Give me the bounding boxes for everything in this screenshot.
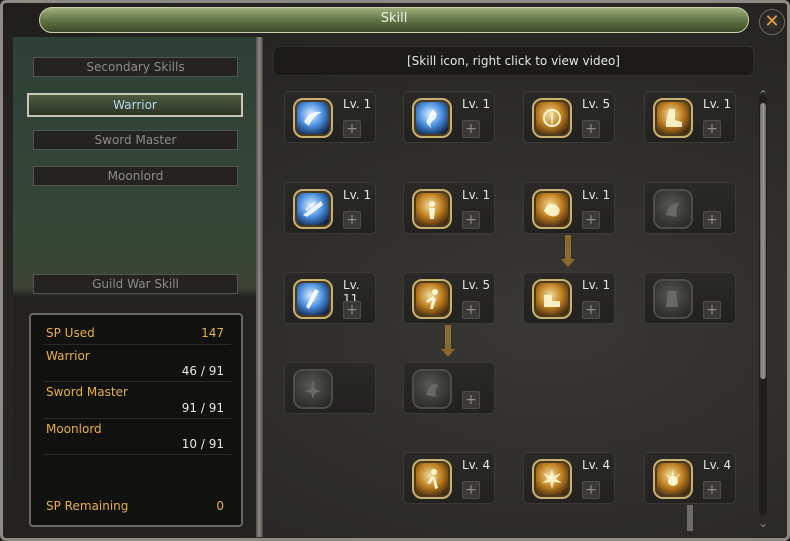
golden-kick-icon[interactable] — [532, 279, 572, 319]
prerequisite-arrow — [445, 325, 451, 349]
blue-blade-icon[interactable] — [293, 279, 333, 319]
skill-level: Lv. 4 — [582, 458, 611, 472]
tree-header: [Skill icon, right click to view video] — [273, 46, 754, 76]
golden-burst-icon[interactable] — [532, 98, 572, 138]
skill-slot[interactable]: + — [644, 182, 736, 234]
level-up-button[interactable]: + — [343, 211, 361, 229]
title-bar[interactable]: Skill — [39, 7, 749, 33]
level-up-button[interactable]: + — [462, 120, 480, 138]
skill-slot[interactable]: Lv. 5 + — [523, 91, 615, 143]
level-up-button[interactable]: + — [343, 301, 361, 319]
golden-explosion-icon[interactable] — [532, 459, 572, 499]
locked-skill-icon[interactable] — [653, 189, 693, 229]
tab-secondary-skills[interactable]: Secondary Skills — [33, 57, 238, 77]
divider — [43, 344, 231, 345]
skill-slot[interactable]: Lv. 1 + — [523, 182, 615, 234]
sp-summary-panel: SP Used 147 Warrior 46 / 91 Sword Master… — [29, 313, 243, 527]
skill-level: Lv. 1 — [343, 188, 372, 202]
tab-warrior[interactable]: Warrior — [27, 93, 243, 117]
skill-level: Lv. 5 — [462, 278, 491, 292]
skill-slot[interactable]: Lv. 4 + — [403, 452, 495, 504]
close-icon[interactable]: ✕ — [759, 9, 785, 35]
level-up-button[interactable]: + — [703, 211, 721, 229]
moonlord-sp-value: 10 / 91 — [181, 437, 224, 451]
skill-slot[interactable]: Lv. 1 + — [284, 182, 376, 234]
locked-skill-icon[interactable] — [412, 369, 452, 409]
skill-window: Skill ✕ Secondary Skills Warrior Sword M… — [0, 0, 790, 541]
skill-slot[interactable]: Lv. 1 + — [403, 91, 495, 143]
sp-remaining-label: SP Remaining — [46, 499, 129, 513]
warrior-sp-label: Warrior — [46, 349, 90, 363]
level-up-button[interactable]: + — [582, 120, 600, 138]
skill-slot[interactable]: Lv. 11 + — [284, 272, 376, 324]
sword-master-sp-label: Sword Master — [46, 385, 128, 399]
sp-used-label: SP Used — [46, 326, 95, 340]
skill-level: Lv. 4 — [703, 458, 732, 472]
level-up-button[interactable]: + — [582, 481, 600, 499]
level-up-button[interactable]: + — [462, 391, 480, 409]
skill-slot[interactable]: Lv. 1 + — [284, 91, 376, 143]
golden-boot-icon[interactable] — [653, 98, 693, 138]
golden-fist-icon[interactable] — [532, 189, 572, 229]
sword-master-sp-value: 91 / 91 — [181, 401, 224, 415]
scrollbar-thumb[interactable] — [760, 103, 766, 379]
sp-used-value: 147 — [201, 326, 224, 340]
skill-slot[interactable] — [284, 362, 376, 414]
level-up-button[interactable]: + — [462, 481, 480, 499]
skill-slot[interactable]: Lv. 1 + — [523, 272, 615, 324]
level-up-button[interactable]: + — [343, 120, 361, 138]
moonlord-sp-label: Moonlord — [46, 422, 102, 436]
skill-level: Lv. 1 — [462, 188, 491, 202]
divider — [43, 418, 231, 419]
locked-skill-icon[interactable] — [653, 279, 693, 319]
level-up-button[interactable]: + — [462, 301, 480, 319]
golden-rays-icon[interactable] — [653, 459, 693, 499]
scroll-down-icon[interactable]: ⌄ — [755, 517, 771, 529]
sp-remaining-value: 0 — [216, 499, 224, 513]
skill-slot[interactable]: + — [403, 362, 495, 414]
level-up-button[interactable]: + — [703, 301, 721, 319]
divider — [43, 381, 231, 382]
window-title: Skill — [380, 11, 408, 26]
prerequisite-arrow — [687, 505, 693, 531]
golden-figure-icon[interactable] — [412, 189, 452, 229]
level-up-button[interactable]: + — [582, 211, 600, 229]
skill-level: Lv. 5 — [582, 97, 611, 111]
locked-skill-icon[interactable] — [293, 369, 333, 409]
level-up-button[interactable]: + — [703, 120, 721, 138]
skill-level: Lv. 1 — [343, 97, 372, 111]
prerequisite-arrow — [565, 235, 571, 259]
skill-level: Lv. 1 — [582, 188, 611, 202]
skill-slot[interactable]: Lv. 4 + — [523, 452, 615, 504]
skill-level: Lv. 1 — [582, 278, 611, 292]
tab-sword-master[interactable]: Sword Master — [33, 130, 238, 150]
blue-wave-icon[interactable] — [293, 98, 333, 138]
skill-level: Lv. 4 — [462, 458, 491, 472]
blue-slash-icon[interactable] — [293, 189, 333, 229]
panel-divider — [256, 37, 263, 537]
skill-slot[interactable]: Lv. 1 + — [644, 91, 736, 143]
level-up-button[interactable]: + — [462, 211, 480, 229]
level-up-button[interactable]: + — [703, 481, 721, 499]
blue-swirl-icon[interactable] — [412, 98, 452, 138]
skill-slot[interactable]: Lv. 1 + — [403, 182, 495, 234]
tab-guild-war-skill[interactable]: Guild War Skill — [33, 274, 238, 294]
skill-slot[interactable]: Lv. 5 + — [403, 272, 495, 324]
golden-leap-icon[interactable] — [412, 459, 452, 499]
skill-slot[interactable]: Lv. 4 + — [644, 452, 736, 504]
skill-slot[interactable]: + — [644, 272, 736, 324]
divider — [43, 454, 231, 455]
tab-moonlord[interactable]: Moonlord — [33, 166, 238, 186]
golden-runner-icon[interactable] — [412, 279, 452, 319]
level-up-button[interactable]: + — [582, 301, 600, 319]
skill-level: Lv. 1 — [462, 97, 491, 111]
prerequisite-arrowhead — [441, 349, 455, 357]
prerequisite-arrowhead — [561, 259, 575, 267]
skill-level: Lv. 1 — [703, 97, 732, 111]
warrior-sp-value: 46 / 91 — [181, 364, 224, 378]
